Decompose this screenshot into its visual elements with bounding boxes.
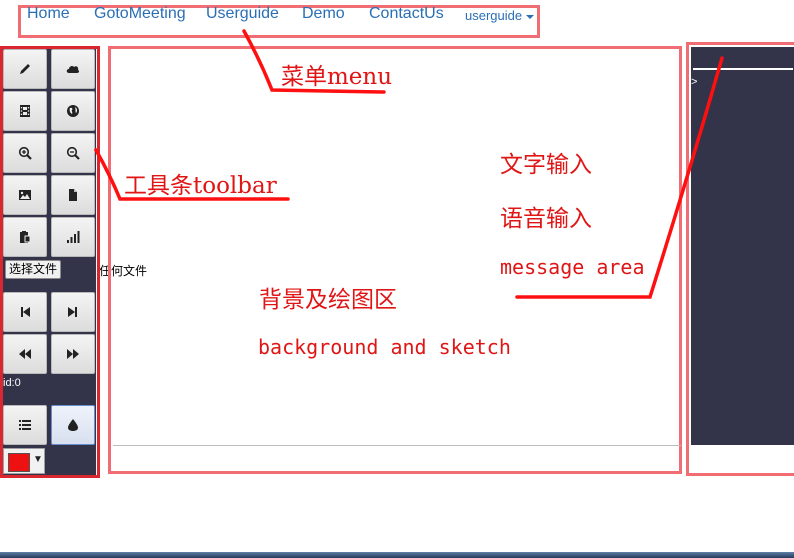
globe-icon <box>67 105 79 117</box>
film-icon <box>20 105 30 117</box>
image-icon <box>19 190 31 200</box>
document-icon <box>69 189 77 201</box>
zoom-out-icon <box>66 146 80 160</box>
annotation-toolbar: 工具条toolbar <box>124 173 277 199</box>
nav-userguide[interactable]: Userguide <box>206 5 279 23</box>
message-panel <box>691 47 794 445</box>
document-tool-button[interactable] <box>51 175 95 215</box>
backward-icon <box>19 349 31 359</box>
caret-down-icon <box>526 14 535 19</box>
annotation-voice-input: 语音输入 <box>500 206 592 232</box>
message-input[interactable] <box>693 49 793 70</box>
film-tool-button[interactable] <box>3 91 47 131</box>
annotation-canvas-cn: 背景及绘图区 <box>259 287 397 313</box>
nav-home[interactable]: Home <box>27 5 70 23</box>
forward-icon <box>67 349 79 359</box>
pencil-tool-button[interactable] <box>3 49 47 89</box>
zoom-out-button[interactable] <box>51 133 95 173</box>
zoom-in-icon <box>18 146 32 160</box>
step-backward-button[interactable] <box>3 292 47 332</box>
forward-button[interactable] <box>51 334 95 374</box>
backward-button[interactable] <box>3 334 47 374</box>
annotation-text-input: 文字输入 <box>500 152 592 178</box>
image-tool-button[interactable] <box>3 175 47 215</box>
ink-drop-button[interactable] <box>51 405 95 445</box>
annotation-canvas-en: background and sketch <box>258 335 511 359</box>
cloud-icon <box>66 65 80 73</box>
message-prompt: > <box>691 76 698 88</box>
taskbar-strip <box>0 552 794 558</box>
nav-contactus[interactable]: ContactUs <box>369 5 444 23</box>
id-label: id:0 <box>3 377 21 389</box>
pencil-icon <box>20 64 30 74</box>
annotation-message-area: message area <box>500 255 645 279</box>
list-icon <box>19 420 31 430</box>
canvas-divider <box>113 445 681 446</box>
signal-bars-icon <box>67 231 80 243</box>
step-forward-icon <box>68 307 77 317</box>
list-button[interactable] <box>3 405 47 445</box>
ink-drop-icon <box>68 419 78 431</box>
step-backward-icon <box>21 307 30 317</box>
zoom-in-button[interactable] <box>3 133 47 173</box>
step-forward-button[interactable] <box>51 292 95 332</box>
nav-demo[interactable]: Demo <box>302 5 345 23</box>
clipboard-tool-button[interactable] <box>3 217 47 257</box>
nav-gotomeeting[interactable]: GotoMeeting <box>94 5 186 23</box>
globe-tool-button[interactable] <box>51 91 95 131</box>
nav-userguide-dropdown[interactable]: userguide <box>465 8 535 23</box>
cloud-tool-button[interactable] <box>51 49 95 89</box>
choose-file-button[interactable]: 选择文件 <box>5 260 62 279</box>
nav-dropdown-label: userguide <box>465 8 523 23</box>
color-picker[interactable]: ▼ <box>3 448 45 474</box>
color-swatch <box>8 453 30 472</box>
signal-tool-button[interactable] <box>51 217 95 257</box>
dropdown-arrow-icon: ▼ <box>33 454 43 465</box>
annotation-menu: 菜单menu <box>281 64 393 90</box>
clipboard-icon <box>20 231 31 243</box>
